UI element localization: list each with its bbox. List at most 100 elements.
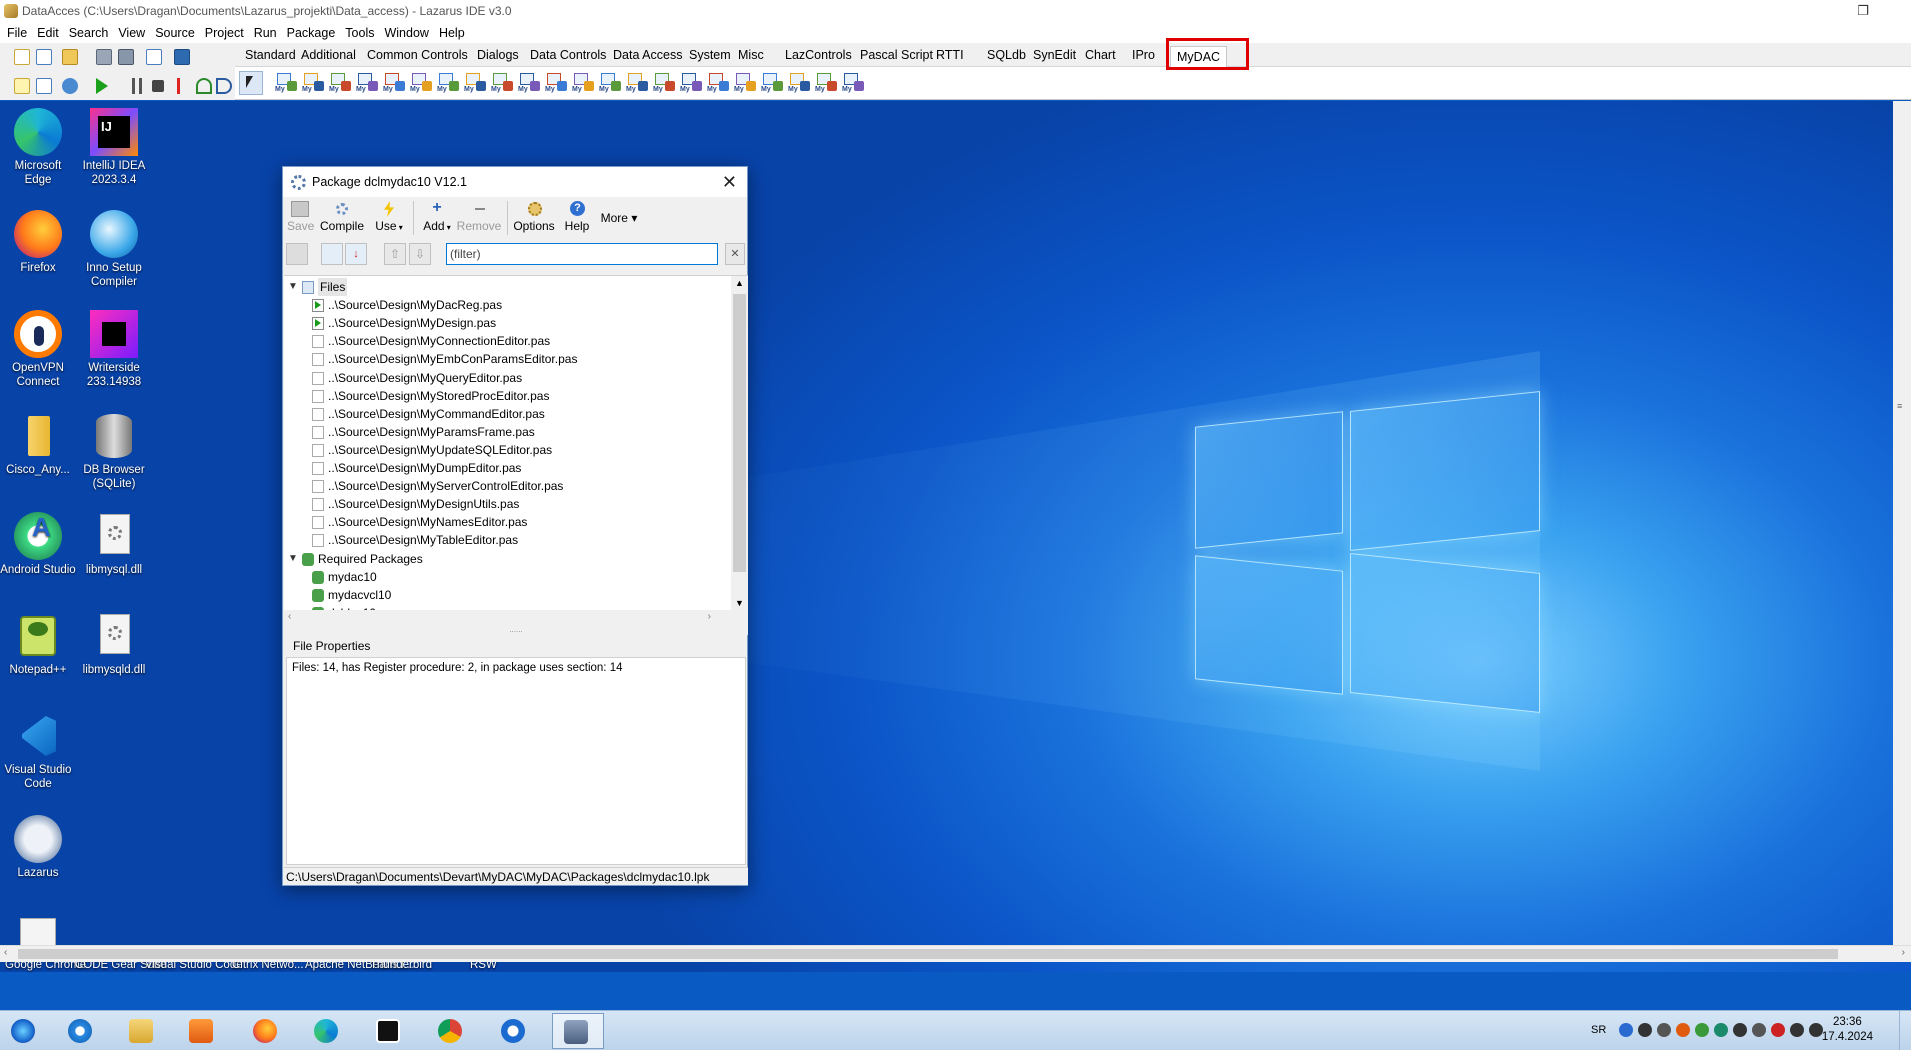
- options-button[interactable]: Options: [511, 199, 557, 233]
- tree-file-item[interactable]: ..\Source\Design\MyUpdateSQLEditor.pas: [284, 441, 731, 459]
- desktop-icon-inno-setup[interactable]: Inno Setup Compiler: [76, 210, 152, 289]
- tree-horizontal-scrollbar[interactable]: ‹ ›: [284, 610, 731, 627]
- show-desktop-button[interactable]: [1899, 1011, 1911, 1050]
- collapse-chevron-icon[interactable]: ▼: [288, 278, 298, 296]
- desktop-icon-libmysqld[interactable]: libmysqld.dll: [76, 612, 152, 677]
- mydac-component-icon[interactable]: My: [437, 71, 461, 95]
- headset-icon[interactable]: [1733, 1023, 1747, 1037]
- palette-tab-dialogs[interactable]: Dialogs: [471, 45, 525, 67]
- clear-filter-icon[interactable]: ✕: [725, 243, 745, 265]
- palette-tab-additional[interactable]: Additional: [295, 45, 362, 67]
- palette-tab-common-controls[interactable]: Common Controls: [361, 45, 474, 67]
- more-button[interactable]: More ▾: [595, 211, 643, 225]
- open-file-icon[interactable]: [286, 243, 308, 265]
- palette-tab-chart[interactable]: Chart: [1079, 45, 1122, 67]
- mydac-component-icon[interactable]: My: [572, 71, 596, 95]
- taskbar-app-7zip[interactable]: [365, 1013, 411, 1049]
- ide-horizontal-scrollbar[interactable]: ‹ ›: [0, 945, 1911, 962]
- pane-splitter[interactable]: ......: [284, 626, 748, 635]
- menu-file[interactable]: File: [7, 24, 35, 43]
- mydac-component-icon[interactable]: My: [842, 71, 866, 95]
- palette-tab-ipro[interactable]: IPro: [1126, 45, 1161, 67]
- language-indicator[interactable]: SR: [1591, 1024, 1606, 1036]
- tree-file-item[interactable]: ..\Source\Design\MyDumpEditor.pas: [284, 459, 731, 477]
- taskbar-app-lazarus[interactable]: [552, 1013, 604, 1049]
- network-icon[interactable]: [1638, 1023, 1652, 1037]
- taskbar-app-firefox[interactable]: [242, 1013, 288, 1049]
- filter-input[interactable]: (filter): [446, 243, 718, 265]
- selection-tool-icon[interactable]: [239, 71, 263, 95]
- step-into-icon[interactable]: [172, 78, 184, 94]
- move-up-icon[interactable]: ⇧: [384, 243, 406, 265]
- taskbar-app-edge[interactable]: [303, 1013, 349, 1049]
- chevron-left-icon[interactable]: ‹: [288, 611, 291, 622]
- app-tray-icon[interactable]: [1676, 1023, 1690, 1037]
- tree-file-item[interactable]: ..\Source\Design\MyParamsFrame.pas: [284, 423, 731, 441]
- move-down-icon[interactable]: ⇩: [409, 243, 431, 265]
- desktop-icon-notepadpp[interactable]: Notepad++: [0, 612, 76, 677]
- taskbar-app-thunderbird[interactable]: [490, 1013, 536, 1049]
- chevron-up-icon[interactable]: ▲: [735, 278, 744, 288]
- toggle-form-icon[interactable]: [146, 49, 162, 65]
- palette-tab-data-controls[interactable]: Data Controls: [524, 45, 612, 67]
- desktop-icon-firefox[interactable]: Firefox: [0, 210, 76, 275]
- taskbar-app-media-player[interactable]: [178, 1013, 224, 1049]
- save-button[interactable]: Save: [287, 199, 314, 233]
- mydac-component-icon[interactable]: My: [788, 71, 812, 95]
- mydac-component-icon[interactable]: My: [545, 71, 569, 95]
- help-button[interactable]: ? Help: [561, 199, 593, 233]
- mydac-component-icon[interactable]: My: [707, 71, 731, 95]
- taskbar-app-explorer[interactable]: [118, 1013, 164, 1049]
- tree-file-item[interactable]: ..\Source\Design\MyServerControlEditor.p…: [284, 477, 731, 495]
- run-icon[interactable]: [96, 78, 108, 94]
- collapse-chevron-icon[interactable]: ▼: [288, 550, 298, 568]
- chevron-down-icon[interactable]: ▼: [735, 598, 744, 608]
- open-icon[interactable]: [62, 49, 78, 65]
- view-forms-list-icon[interactable]: [36, 78, 52, 94]
- desktop-icon-android-studio[interactable]: A Android Studio: [0, 512, 76, 577]
- package-file-tree[interactable]: ▼ Files ..\Source\Design\MyDacReg.pas ..\So…: [284, 275, 748, 627]
- pause-icon[interactable]: [132, 78, 142, 94]
- desktop-icon-writerside[interactable]: Writerside 233.14938: [76, 310, 152, 389]
- step-over-icon[interactable]: [196, 78, 212, 94]
- scroll-thumb[interactable]: [733, 294, 746, 572]
- tree-file-item[interactable]: ..\Source\Design\MyEmbConParamsEditor.pa…: [284, 350, 731, 368]
- desktop-icon-lazarus[interactable]: Lazarus: [0, 815, 76, 880]
- app-tray-icon[interactable]: [1695, 1023, 1709, 1037]
- taskbar-app-ie[interactable]: [57, 1013, 103, 1049]
- menu-help[interactable]: Help: [439, 24, 473, 43]
- view-forms-icon[interactable]: [174, 49, 190, 65]
- desktop-icon-intellij[interactable]: IJ IntelliJ IDEA 2023.3.4: [76, 108, 152, 187]
- desktop-icon-vscode[interactable]: Visual Studio Code: [0, 712, 76, 791]
- flag-icon[interactable]: [1771, 1023, 1785, 1037]
- menu-package[interactable]: Package: [287, 24, 344, 43]
- mydac-component-icon[interactable]: My: [410, 71, 434, 95]
- menu-edit[interactable]: Edit: [37, 24, 67, 43]
- palette-tab-misc[interactable]: Misc: [732, 45, 770, 67]
- tree-file-item[interactable]: ..\Source\Design\MyTableEditor.pas: [284, 531, 731, 549]
- tree-package-item[interactable]: mydacvcl10: [284, 586, 731, 604]
- battery-icon[interactable]: [1790, 1023, 1804, 1037]
- palette-tab-lazcontrols[interactable]: LazControls: [779, 45, 858, 67]
- palette-tab-synedit[interactable]: SynEdit: [1027, 45, 1082, 67]
- clock[interactable]: 23:36 17.4.2024: [1822, 1015, 1873, 1045]
- palette-tab-system[interactable]: System: [683, 45, 737, 67]
- mydac-component-icon[interactable]: My: [464, 71, 488, 95]
- mydac-component-icon[interactable]: My: [383, 71, 407, 95]
- menu-project[interactable]: Project: [205, 24, 252, 43]
- save-all-icon[interactable]: [118, 49, 134, 65]
- taskbar-app-chrome[interactable]: [427, 1013, 473, 1049]
- mydac-component-icon[interactable]: My: [599, 71, 623, 95]
- add-button[interactable]: + Add ▾: [417, 199, 457, 235]
- palette-tab-data-access[interactable]: Data Access: [607, 45, 688, 67]
- mydac-component-icon[interactable]: My: [329, 71, 353, 95]
- menu-search[interactable]: Search: [69, 24, 117, 43]
- remove-button[interactable]: Remove: [455, 199, 503, 233]
- app-tray-icon[interactable]: [1752, 1023, 1766, 1037]
- tree-file-item[interactable]: ..\Source\Design\MyConnectionEditor.pas: [284, 332, 731, 350]
- use-button[interactable]: Use ▾: [369, 199, 409, 235]
- step-out-icon[interactable]: [216, 78, 232, 94]
- sort-tree-icon[interactable]: [321, 243, 343, 265]
- new-unit-icon[interactable]: [14, 49, 30, 65]
- mydac-component-icon[interactable]: My: [302, 71, 326, 95]
